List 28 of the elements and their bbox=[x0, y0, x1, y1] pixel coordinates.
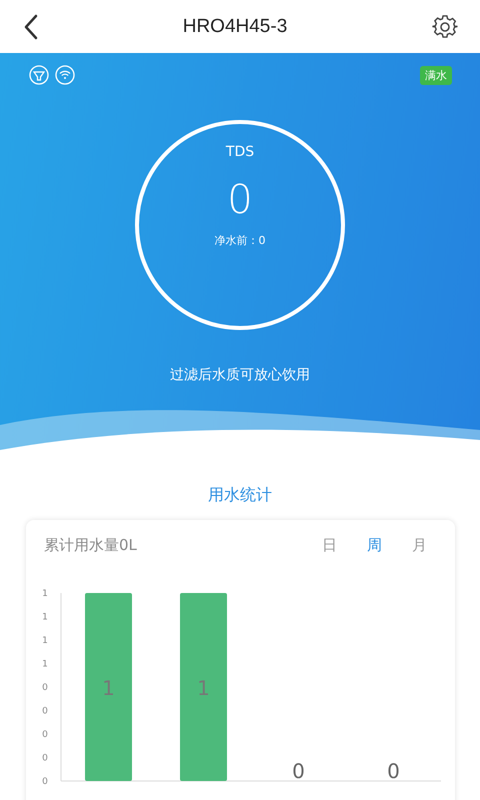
period-tab[interactable]: 周 bbox=[363, 536, 386, 555]
gauge-label: TDS bbox=[226, 144, 254, 160]
bar-value-label: 0 bbox=[292, 759, 305, 783]
y-tick-label: 0 bbox=[42, 777, 48, 787]
before-value: 净水前：0 bbox=[214, 233, 266, 248]
section-title: 用水统计 bbox=[207, 485, 273, 506]
settings-icon[interactable] bbox=[432, 14, 458, 40]
quality-message: 过滤后水质可放心饮用 bbox=[170, 366, 310, 384]
back-icon[interactable] bbox=[24, 14, 38, 40]
y-tick-label: 1 bbox=[42, 589, 48, 599]
y-tick-label: 1 bbox=[42, 612, 48, 622]
total-usage: 累计用水量0L bbox=[44, 536, 137, 555]
y-tick-label: 0 bbox=[42, 683, 48, 693]
bar-value-label: 0 bbox=[387, 759, 400, 783]
y-tick-label: 0 bbox=[42, 706, 48, 716]
y-tick-label: 0 bbox=[42, 754, 48, 764]
page-title: HRO4H45-3 bbox=[182, 16, 288, 38]
bar-value-label: 1 bbox=[102, 676, 115, 700]
filter-icon[interactable] bbox=[29, 65, 49, 85]
wifi-icon[interactable] bbox=[55, 65, 75, 85]
y-tick-label: 1 bbox=[42, 660, 48, 670]
period-tab[interactable]: 月 bbox=[408, 536, 431, 555]
period-tab[interactable]: 日 bbox=[318, 536, 341, 555]
y-tick-label: 1 bbox=[42, 636, 48, 646]
y-tick-label: 0 bbox=[42, 730, 48, 740]
status-badge: 满水 bbox=[420, 66, 452, 84]
tds-value: 0 bbox=[227, 177, 253, 223]
bar-value-label: 1 bbox=[197, 676, 210, 700]
